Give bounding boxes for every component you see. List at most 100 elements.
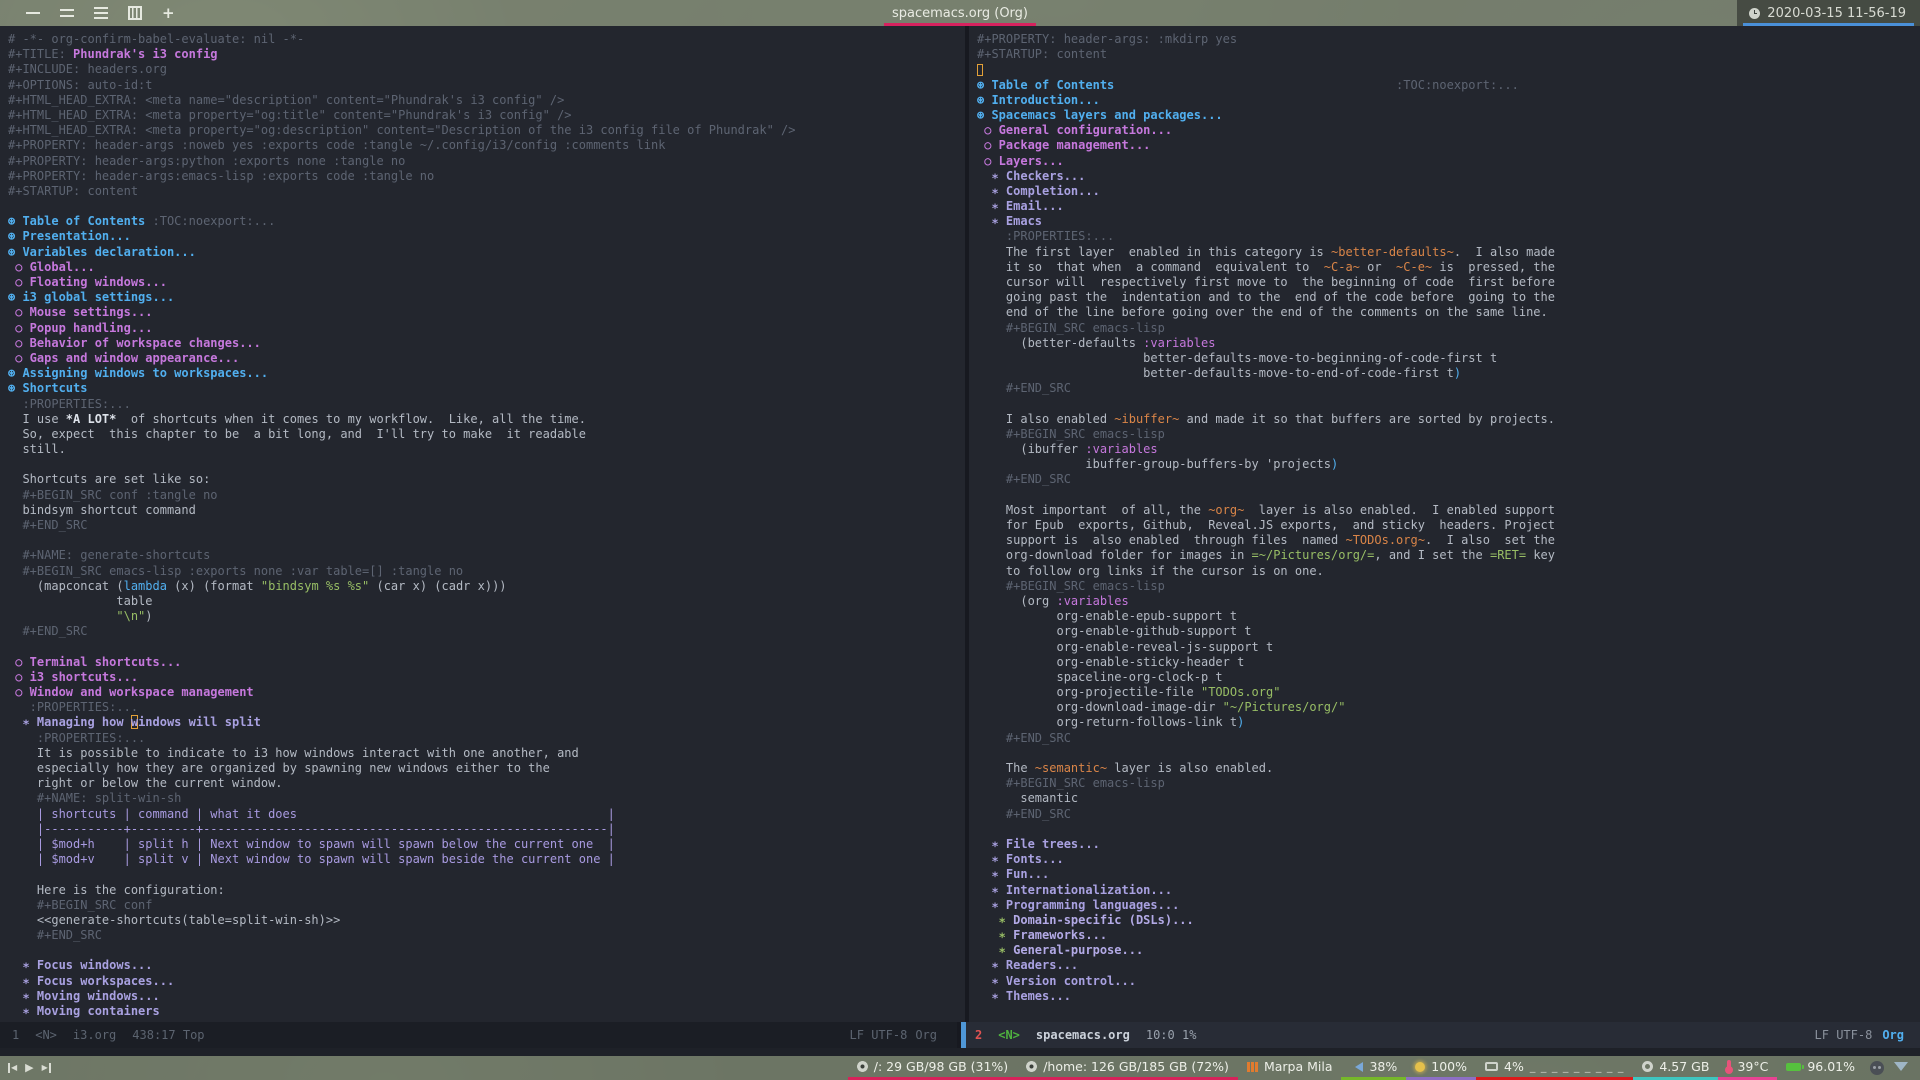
buffer-line[interactable]: ○ Gaps and window appearance... [8,351,965,366]
buffer-line[interactable]: it so that when a command equivalent to … [977,260,1920,275]
buffer-line[interactable] [8,867,965,882]
buffer-line[interactable]: #+HTML_HEAD_EXTRA: <meta property="og:ti… [8,108,965,123]
buffer-line[interactable]: I also enabled ~ibuffer~ and made it so … [977,412,1920,427]
buffer-line[interactable]: ⊛ Introduction... [977,93,1920,108]
buffer-line[interactable]: The ~semantic~ layer is also enabled. [977,761,1920,776]
buffer-line[interactable] [8,457,965,472]
buffer-line[interactable]: ⊛ Spacemacs layers and packages... [977,108,1920,123]
buffer-line[interactable]: org-projectile-file "TODOs.org" [977,685,1920,700]
buffer-line[interactable]: Here is the configuration: [8,883,965,898]
buffer-line[interactable] [8,640,965,655]
buffer-line[interactable]: org-enable-reveal-js-support t [977,640,1920,655]
buffer-line[interactable]: #+END_SRC [977,807,1920,822]
buffer-line[interactable]: #+NAME: split-win-sh [8,791,965,806]
buffer-line[interactable]: #+END_SRC [977,472,1920,487]
buffer-line[interactable]: ∗ Moving windows... [8,989,965,1004]
workspace-switcher[interactable]: + [0,6,175,21]
status-home-disk[interactable]: /home: 126 GB/185 GB (72%) [1017,1056,1238,1080]
echo-area[interactable] [0,1048,1920,1056]
previous-track-button[interactable]: ◀ [8,1063,17,1073]
buffer-line[interactable]: :PROPERTIES:... [8,700,965,715]
buffer-line[interactable]: ○ Terminal shortcuts... [8,655,965,670]
next-track-button[interactable]: ▶ [42,1063,51,1073]
buffer-line[interactable]: ⊛ i3 global settings... [8,290,965,305]
buffer-line[interactable] [977,822,1920,837]
buffer-line[interactable]: | shortcuts | command | what it does | [8,807,965,822]
buffer-line[interactable]: | $mod+v | split v | Next window to spaw… [8,852,965,867]
buffer-line[interactable]: The first layer enabled in this category… [977,245,1920,260]
buffer-line[interactable]: <<generate-shortcuts(table=split-win-sh)… [8,913,965,928]
buffer-line[interactable]: #+PROPERTY: header-args:emacs-lisp :expo… [8,169,965,184]
buffer-line[interactable]: | $mod+h | split h | Next window to spaw… [8,837,965,852]
buffer-line[interactable]: I use *A LOT* of shortcuts when it comes… [8,412,965,427]
modeline-active[interactable]: 2 <N> spacemacs.org 10:0 1% LF UTF-8 Org [957,1022,1920,1048]
buffer-line[interactable]: ∗ Frameworks... [977,928,1920,943]
buffer-line[interactable]: #+PROPERTY: header-args: :mkdirp yes [977,32,1920,47]
workspace-3[interactable] [94,6,108,20]
buffer-line[interactable]: bindsym shortcut command [8,503,965,518]
buffer-line[interactable]: ⊛ Table of Contents :TOC:noexport:... [977,78,1920,93]
status-brightness[interactable]: 100% [1406,1056,1477,1080]
buffer-line[interactable]: support is also enabled through files na… [977,533,1920,548]
buffer-line[interactable]: # -*- org-confirm-babel-evaluate: nil -*… [8,32,965,47]
buffer-line[interactable]: still. [8,442,965,457]
buffer-line[interactable]: org-download folder for images in =~/Pic… [977,548,1920,563]
buffer-line[interactable]: #+BEGIN_SRC emacs-lisp [977,427,1920,442]
buffer-line[interactable] [977,746,1920,761]
buffer-line[interactable]: #+BEGIN_SRC emacs-lisp [977,321,1920,336]
status-memory[interactable]: 4.57 GB [1633,1056,1719,1080]
buffer-line[interactable]: org-enable-github-support t [977,624,1920,639]
buffer-line[interactable]: ○ General configuration... [977,123,1920,138]
buffer-line[interactable]: org-enable-epub-support t [977,609,1920,624]
buffer-line[interactable]: #+NAME: generate-shortcuts [8,548,965,563]
buffer-line[interactable]: better-defaults-move-to-beginning-of-cod… [977,351,1920,366]
buffer-line[interactable]: end of the line before going over the en… [977,305,1920,320]
buffer-line[interactable]: :PROPERTIES:... [8,731,965,746]
new-workspace-button[interactable]: + [162,6,175,21]
buffer-line[interactable]: "\n") [8,609,965,624]
buffer-line[interactable]: :PROPERTIES:... [977,229,1920,244]
media-controls[interactable]: ◀ ▶ ▶ [0,1056,51,1080]
status-volume[interactable]: 38% [1341,1056,1407,1080]
buffer-line[interactable]: Shortcuts are set like so: [8,472,965,487]
buffer-line[interactable]: ○ Popup handling... [8,321,965,336]
buffer-line[interactable]: ∗ File trees... [977,837,1920,852]
buffer-line[interactable]: going past the indentation and to the en… [977,290,1920,305]
status-battery[interactable]: 96.01% [1777,1056,1864,1080]
buffer-line[interactable]: org-download-image-dir "~/Pictures/org/" [977,700,1920,715]
buffer-line[interactable]: semantic [977,791,1920,806]
buffer-line[interactable]: ○ Global... [8,260,965,275]
buffer-line[interactable]: #+HTML_HEAD_EXTRA: <meta name="descripti… [8,93,965,108]
buffer-line[interactable]: So, expect this chapter to be a bit long… [8,427,965,442]
buffer-line[interactable]: ○ Window and workspace management [8,685,965,700]
buffer-line[interactable]: #+STARTUP: content [977,47,1920,62]
buffer-line[interactable]: ∗ Managing how windows will split [8,715,965,730]
buffer-line[interactable]: It is possible to indicate to i3 how win… [8,746,965,761]
modeline-inactive[interactable]: 1 <N> i3.org 438:17 Top LF UTF-8 Org [0,1022,957,1048]
buffer-line[interactable]: ⊛ Assigning windows to workspaces... [8,366,965,381]
buffer-line[interactable]: (mapconcat (lambda (x) (format "bindsym … [8,579,965,594]
buffer-pane-spacemacs-org[interactable]: #+PROPERTY: header-args: :mkdirp yes #+ST… [965,26,1920,1022]
status-cpu[interactable]: 4% _ _ _ _ _ _ _ _ _ [1476,1056,1634,1080]
buffer-line[interactable]: ∗ Themes... [977,989,1920,1004]
buffer-line[interactable]: ○ i3 shortcuts... [8,670,965,685]
buffer-line[interactable]: ○ Mouse settings... [8,305,965,320]
buffer-line[interactable]: ∗ Readers... [977,958,1920,973]
buffer-line[interactable]: (org :variables [977,594,1920,609]
status-temperature[interactable]: 39°C [1718,1056,1778,1080]
buffer-line[interactable]: ∗ Focus workspaces... [8,974,965,989]
buffer-line[interactable]: ∗ Domain-specific (DSLs)... [977,913,1920,928]
buffer-line[interactable] [8,199,965,214]
buffer-line[interactable]: #+BEGIN_SRC emacs-lisp :exports none :va… [8,564,965,579]
buffer-line[interactable]: ∗ Focus windows... [8,958,965,973]
buffer-line[interactable]: org-return-follows-link t) [977,715,1920,730]
buffer-line[interactable]: ∗ Moving containers [8,1004,965,1019]
buffer-line[interactable] [977,488,1920,503]
buffer-line[interactable]: table [8,594,965,609]
buffer-line[interactable] [8,943,965,958]
play-button[interactable]: ▶ [25,1063,33,1074]
buffer-line[interactable]: ∗ General-purpose... [977,943,1920,958]
workspace-1[interactable] [26,6,40,20]
buffer-line[interactable]: ∗ Programming languages... [977,898,1920,913]
buffer-line[interactable]: #+END_SRC [977,731,1920,746]
